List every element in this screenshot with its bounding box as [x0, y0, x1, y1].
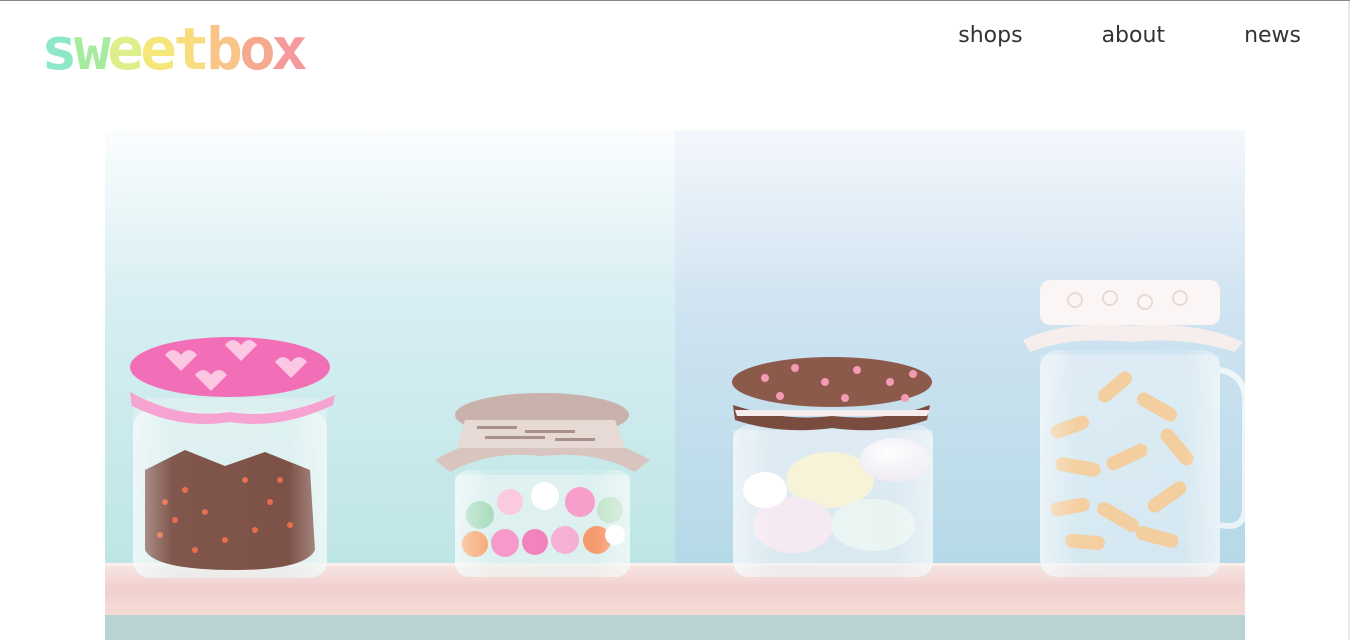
logo-letter: w	[74, 15, 111, 83]
hero-image-candy-jars	[105, 130, 1245, 640]
nav-link-shops[interactable]: shops	[958, 21, 1022, 51]
logo-letter: o	[238, 15, 276, 83]
logo-letter: x	[271, 15, 309, 83]
logo-letter: b	[205, 15, 243, 83]
nav-link-about[interactable]: about	[1102, 21, 1165, 51]
logo-letter: e	[107, 15, 144, 83]
logo-letter: t	[172, 15, 210, 83]
sweetbox-logo[interactable]: sweetbox	[41, 15, 309, 83]
nav-link-news[interactable]: news	[1244, 21, 1301, 51]
main-nav: shops about news	[958, 21, 1301, 51]
jar-lace-lid	[1023, 280, 1245, 577]
logo-letter: s	[41, 15, 78, 83]
jar-pink-lid	[130, 337, 335, 578]
jar-newspaper-lid	[435, 393, 650, 577]
logo-letter: e	[139, 15, 177, 83]
candy-jars-illustration	[105, 130, 1245, 640]
site-header: sweetbox shops about news	[0, 1, 1350, 101]
jar-polka-dot-lid	[732, 357, 933, 577]
